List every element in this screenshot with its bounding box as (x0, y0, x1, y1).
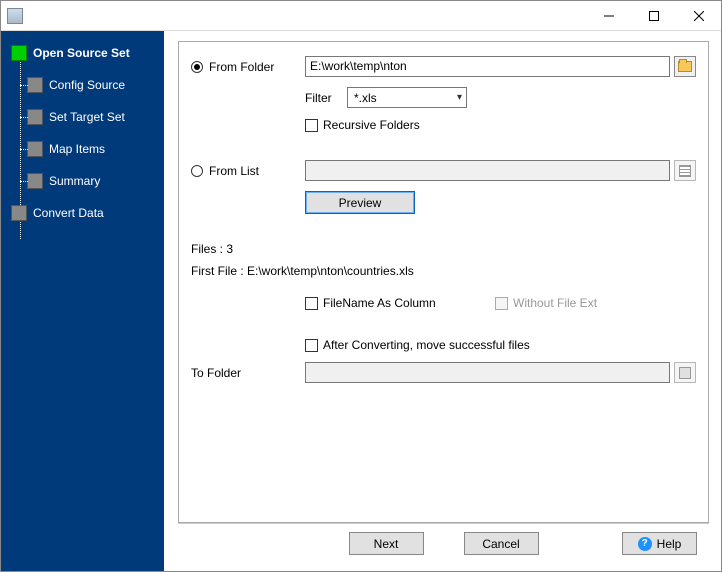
footer: Next Cancel ? Help (178, 523, 709, 563)
sidebar-item-label: Summary (49, 174, 100, 188)
to-folder-input[interactable] (305, 362, 670, 383)
step-icon (27, 141, 43, 157)
sidebar-item-set-target-set[interactable]: Set Target Set (1, 105, 164, 129)
from-folder-radio[interactable] (191, 61, 203, 73)
step-icon (11, 45, 27, 61)
browse-to-folder-button[interactable] (674, 362, 696, 383)
after-convert-label: After Converting, move successful files (323, 338, 530, 352)
sidebar-item-label: Map Items (49, 142, 105, 156)
from-list-label: From List (209, 164, 259, 178)
from-list-radio[interactable] (191, 165, 203, 177)
filter-combo[interactable]: *.xls ▾ (347, 87, 467, 108)
next-button[interactable]: Next (349, 532, 424, 555)
folder-icon (678, 61, 692, 72)
filename-as-column-label: FileName As Column (323, 296, 436, 310)
step-icon (11, 205, 27, 221)
sidebar-item-config-source[interactable]: Config Source (1, 73, 164, 97)
maximize-button[interactable] (631, 1, 676, 30)
step-icon (27, 77, 43, 93)
sidebar-item-open-source-set[interactable]: Open Source Set (1, 41, 164, 65)
sidebar-item-convert-data[interactable]: Convert Data (1, 201, 164, 225)
preview-button[interactable]: Preview (305, 191, 415, 214)
step-icon (27, 109, 43, 125)
titlebar (1, 1, 721, 31)
chevron-down-icon: ▾ (457, 92, 462, 103)
folder-icon (679, 367, 691, 379)
wizard-dialog: Open Source Set Config Source Set Target… (0, 0, 722, 572)
recursive-checkbox[interactable] (305, 119, 318, 132)
help-icon: ? (638, 537, 652, 551)
from-list-input[interactable] (305, 160, 670, 181)
sidebar-item-label: Config Source (49, 78, 125, 92)
list-icon (679, 165, 691, 177)
from-folder-label: From Folder (209, 60, 274, 74)
sidebar-item-map-items[interactable]: Map Items (1, 137, 164, 161)
filter-value: *.xls (354, 91, 377, 105)
content-panel: From Folder E:\work\temp\nton Filter *.x… (178, 41, 709, 523)
close-button[interactable] (676, 1, 721, 30)
recursive-label: Recursive Folders (323, 118, 420, 132)
sidebar-item-label: Convert Data (33, 206, 104, 220)
help-button[interactable]: ? Help (622, 532, 697, 555)
app-icon (7, 8, 23, 24)
wizard-sidebar: Open Source Set Config Source Set Target… (1, 31, 164, 571)
main-panel: From Folder E:\work\temp\nton Filter *.x… (164, 31, 721, 571)
sidebar-item-label: Set Target Set (49, 110, 125, 124)
without-ext-label: Without File Ext (513, 296, 597, 310)
filename-as-column-checkbox[interactable] (305, 297, 318, 310)
after-convert-checkbox[interactable] (305, 339, 318, 352)
minimize-button[interactable] (586, 1, 631, 30)
sidebar-item-label: Open Source Set (33, 46, 130, 60)
first-file: First File : E:\work\temp\nton\countries… (191, 264, 696, 278)
filter-label: Filter (305, 91, 347, 105)
browse-folder-button[interactable] (674, 56, 696, 77)
step-icon (27, 173, 43, 189)
sidebar-item-summary[interactable]: Summary (1, 169, 164, 193)
without-ext-checkbox (495, 297, 508, 310)
browse-list-button[interactable] (674, 160, 696, 181)
window-controls (586, 1, 721, 30)
from-folder-input[interactable]: E:\work\temp\nton (305, 56, 670, 77)
cancel-button[interactable]: Cancel (464, 532, 539, 555)
files-count: Files : 3 (191, 242, 696, 256)
to-folder-label: To Folder (191, 366, 241, 380)
